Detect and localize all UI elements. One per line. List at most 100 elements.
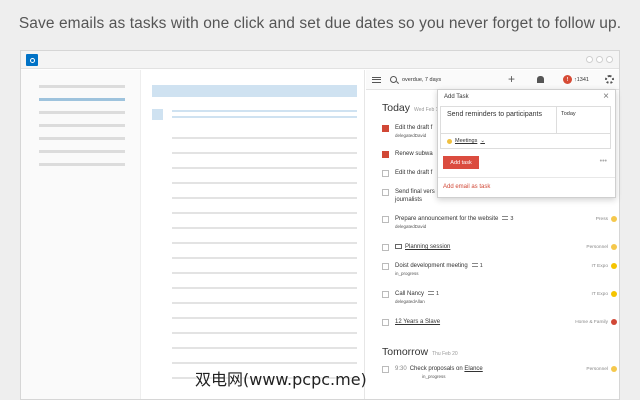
task-item[interactable]: 12 Years a Slave Home & Family xyxy=(382,319,617,329)
message-header-placeholder xyxy=(152,85,357,97)
comment-icon[interactable] xyxy=(502,216,509,221)
project-name: Press xyxy=(595,216,608,222)
message-line-placeholder xyxy=(172,287,357,289)
task-content-input[interactable]: Send reminders to participants xyxy=(447,111,552,120)
karma-indicator[interactable]: ! ↑1341 xyxy=(563,75,589,84)
settings-gear-icon[interactable] xyxy=(605,75,614,84)
task-content[interactable]: 9:30 Check proposals on Elance xyxy=(395,365,483,373)
search-input[interactable]: overdue, 7 days xyxy=(402,77,441,83)
project-name: IT Expo xyxy=(591,263,608,269)
popup-divider xyxy=(438,177,615,178)
window-titlebar xyxy=(21,51,619,69)
message-line-placeholder xyxy=(172,197,357,199)
message-line-placeholder xyxy=(172,227,357,229)
project-selector[interactable]: Meetings ⌄ xyxy=(447,138,485,144)
task-content[interactable]: Edit the draft f xyxy=(395,124,432,132)
folder-placeholder[interactable] xyxy=(39,163,125,166)
add-task-popup: Add Task × Send reminders to participant… xyxy=(437,89,616,198)
project-name: Personnel xyxy=(586,244,608,250)
message-list-pane xyxy=(142,70,365,399)
task-content[interactable]: Send final vers xyxy=(395,188,435,196)
folder-placeholder[interactable] xyxy=(39,85,125,88)
message-line-placeholder xyxy=(172,212,357,214)
message-line-placeholder xyxy=(172,362,357,364)
task-checkbox[interactable] xyxy=(382,170,389,177)
task-item[interactable]: Call Nancy 1 delegatedAllan IT Expo xyxy=(382,291,617,307)
maximize-icon[interactable] xyxy=(596,56,603,63)
message-line-placeholder xyxy=(172,242,357,244)
task-content-line2: journalists xyxy=(395,197,423,203)
task-project[interactable]: IT Expo xyxy=(592,263,617,269)
comment-count: 3 xyxy=(510,216,514,222)
popup-title: Add Task xyxy=(444,94,469,100)
project-color-dot xyxy=(611,366,617,372)
email-icon xyxy=(395,243,402,249)
task-item[interactable]: 9:30 Check proposals on Elance in_progres… xyxy=(382,366,617,382)
task-checkbox[interactable] xyxy=(382,244,389,251)
section-heading: Today xyxy=(382,102,411,114)
task-project[interactable]: IT Expo xyxy=(592,291,617,297)
project-name: Meetings xyxy=(455,138,478,144)
message-line-placeholder xyxy=(172,347,357,349)
task-checkbox[interactable] xyxy=(382,125,389,132)
message-line-placeholder xyxy=(172,257,357,259)
task-item[interactable]: Doist development meeting 1 in_progress I… xyxy=(382,263,617,279)
task-project[interactable]: Personnel xyxy=(586,366,617,372)
task-checkbox[interactable] xyxy=(382,151,389,158)
folder-pane xyxy=(21,70,141,399)
menu-icon[interactable] xyxy=(372,76,381,83)
task-content[interactable]: 12 Years a Slave xyxy=(395,318,440,326)
folder-placeholder[interactable] xyxy=(39,150,125,153)
task-checkbox[interactable] xyxy=(382,291,389,298)
section-heading: Tomorrow xyxy=(382,346,429,358)
task-link-text[interactable]: Planning session xyxy=(405,244,450,250)
task-checkbox[interactable] xyxy=(382,189,389,196)
project-color-dot xyxy=(611,291,617,297)
task-content[interactable]: Planning session xyxy=(395,243,450,251)
comment-count: 1 xyxy=(479,263,483,269)
minimize-icon[interactable] xyxy=(586,56,593,63)
folder-placeholder-selected[interactable] xyxy=(39,98,125,101)
search-icon[interactable] xyxy=(390,76,397,83)
banner-text: Save emails as tasks with one click and … xyxy=(18,15,622,32)
message-line-placeholder xyxy=(172,302,357,304)
todoist-toolbar: overdue, 7 days + ! ↑1341 xyxy=(366,70,619,90)
close-window-icon[interactable] xyxy=(606,56,613,63)
add-task-icon[interactable]: + xyxy=(508,73,515,85)
folder-placeholder[interactable] xyxy=(39,137,125,140)
message-line-placeholder xyxy=(172,167,357,169)
promo-banner: Save emails as tasks with one click and … xyxy=(0,0,640,48)
task-item[interactable]: Prepare announcement for the website 3 de… xyxy=(382,216,617,232)
due-date-input[interactable]: Today xyxy=(556,107,611,133)
task-checkbox[interactable] xyxy=(382,216,389,223)
comment-icon[interactable] xyxy=(471,263,478,268)
comment-count: 1 xyxy=(436,291,440,297)
task-project[interactable]: Press xyxy=(596,216,617,222)
add-task-button[interactable]: Add task xyxy=(443,156,479,169)
task-link-text[interactable]: Elance xyxy=(464,366,482,372)
task-checkbox[interactable] xyxy=(382,263,389,270)
message-line-placeholder xyxy=(172,182,357,184)
comment-icon[interactable] xyxy=(428,291,435,296)
folder-placeholder[interactable] xyxy=(39,124,125,127)
task-item[interactable]: Planning session Personnel xyxy=(382,243,617,254)
task-checkbox[interactable] xyxy=(382,366,389,373)
project-name: Personnel xyxy=(586,366,608,372)
watermark: 双电网(www.pcpc.me) xyxy=(195,370,367,389)
notifications-bell-icon[interactable] xyxy=(537,76,544,83)
task-checkbox[interactable] xyxy=(382,319,389,326)
karma-count: ↑1341 xyxy=(574,76,589,83)
task-project[interactable]: Home & Family xyxy=(575,319,617,325)
task-content[interactable]: Renew subwa xyxy=(395,150,433,158)
task-content[interactable]: Doist development meeting 1 xyxy=(395,262,483,270)
task-project[interactable]: Personnel xyxy=(586,244,617,250)
add-email-as-task-link[interactable]: Add email as task xyxy=(443,184,490,190)
task-content[interactable]: Call Nancy 1 xyxy=(395,290,439,298)
close-icon[interactable]: × xyxy=(603,91,609,103)
project-name: Home & Family xyxy=(575,319,608,325)
more-options-icon[interactable]: ••• xyxy=(600,158,607,165)
task-content[interactable]: Edit the draft f xyxy=(395,169,432,177)
task-note: delegatedDavid xyxy=(395,224,427,229)
folder-placeholder[interactable] xyxy=(39,111,125,114)
task-content[interactable]: Prepare announcement for the website 3 xyxy=(395,215,513,223)
